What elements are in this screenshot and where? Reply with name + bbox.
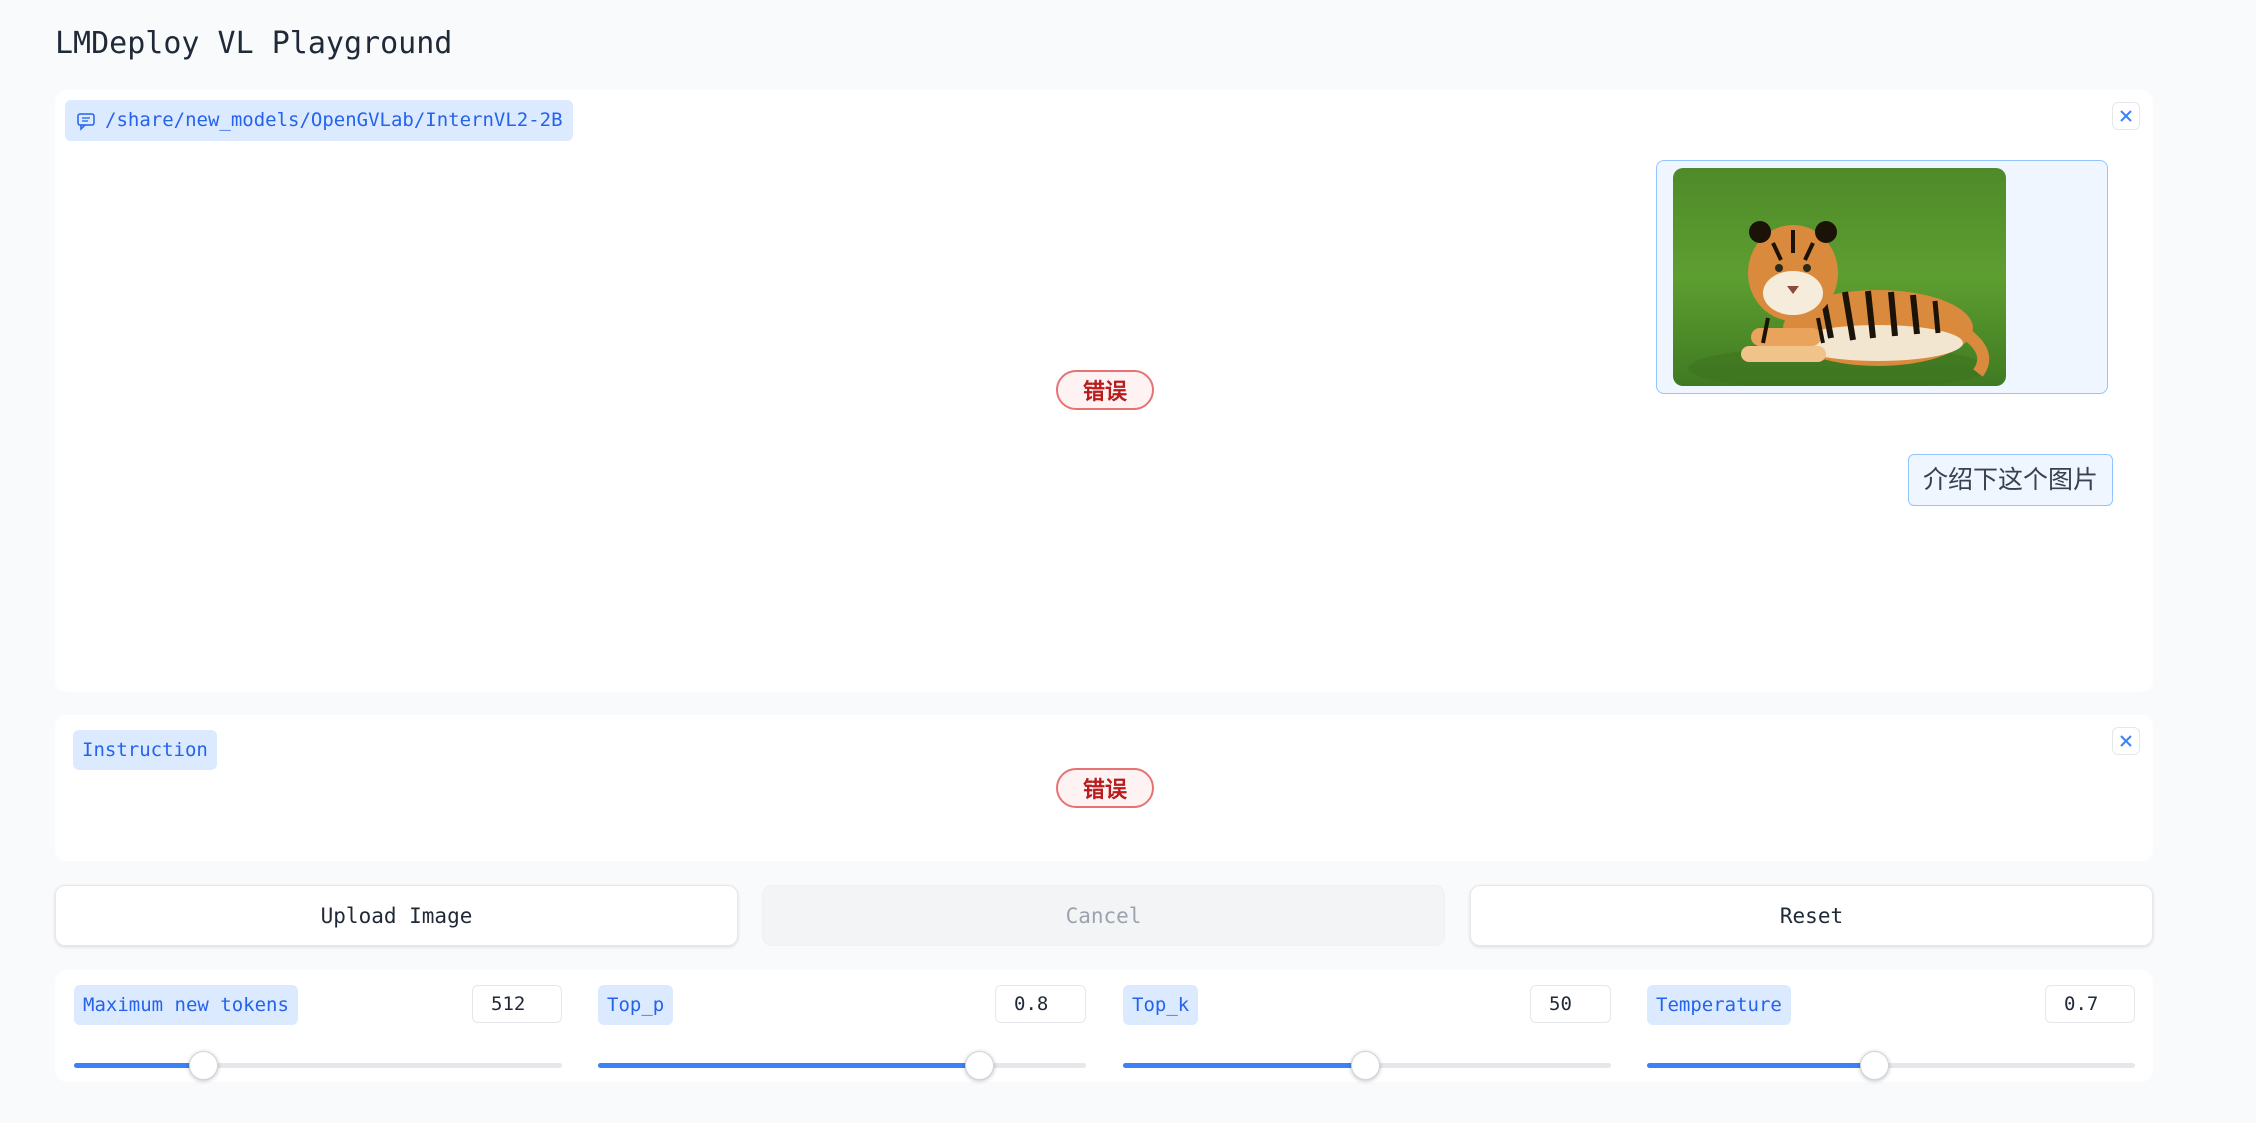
slider-label: Top_k: [1123, 985, 1199, 1025]
slider-track[interactable]: [598, 1051, 1086, 1080]
slider-label: Temperature: [1647, 985, 1791, 1025]
instruction-panel: Instruction 错误: [55, 715, 2153, 861]
slider-thumb[interactable]: [965, 1051, 995, 1080]
tiger-image: [1673, 168, 2006, 386]
instruction-label: Instruction: [73, 730, 217, 770]
slider-fill: [598, 1063, 980, 1068]
chatbot-error-badge: 错误: [1056, 370, 1154, 410]
chatbot-label: /share/new_models/OpenGVLab/InternVL2-2B: [65, 100, 573, 141]
chat-bubble-icon: [77, 113, 95, 131]
slider-fill: [74, 1063, 204, 1068]
chatbot-clear-button[interactable]: [2112, 102, 2140, 130]
upload-image-button[interactable]: Upload Image: [55, 885, 738, 946]
slider-track[interactable]: [1123, 1051, 1611, 1080]
slider-thumb[interactable]: [1859, 1051, 1889, 1080]
parameters-panel: Maximum new tokens 512 Top_p 0.8 Top_k 5…: [55, 970, 2153, 1082]
chatbot-label-text: /share/new_models/OpenGVLab/InternVL2-2B: [105, 109, 563, 131]
cancel-button[interactable]: Cancel: [762, 885, 1445, 946]
instruction-error-badge: 错误: [1056, 768, 1154, 808]
slider-label: Top_p: [598, 985, 674, 1025]
close-icon: [2120, 110, 2132, 122]
slider-label: Maximum new tokens: [74, 985, 298, 1025]
user-image-message: [1656, 160, 2108, 394]
slider-track[interactable]: [74, 1051, 562, 1080]
app-title: LMDeploy VL Playground: [55, 26, 453, 61]
slider-track[interactable]: [1647, 1051, 2135, 1080]
chatbot-panel: /share/new_models/OpenGVLab/InternVL2-2B…: [55, 90, 2153, 692]
slider-top-k: Top_k 50: [1123, 985, 1611, 1080]
slider-top-p: Top_p 0.8: [598, 985, 1086, 1080]
slider-fill: [1123, 1063, 1365, 1068]
slider-number-input[interactable]: 0.8: [995, 985, 1086, 1023]
close-icon: [2120, 735, 2132, 747]
user-text-message: 介绍下这个图片: [1908, 454, 2114, 506]
slider-thumb[interactable]: [1350, 1051, 1380, 1080]
slider-number-input[interactable]: 0.7: [2045, 985, 2135, 1023]
slider-thumb[interactable]: [189, 1051, 219, 1080]
slider-fill: [1647, 1063, 1874, 1068]
slider-number-input[interactable]: 512: [472, 985, 562, 1023]
slider-max-new-tokens: Maximum new tokens 512: [74, 985, 562, 1080]
instruction-clear-button[interactable]: [2112, 727, 2140, 755]
slider-temperature: Temperature 0.7: [1647, 985, 2135, 1080]
slider-number-input[interactable]: 50: [1530, 985, 1611, 1023]
reset-button[interactable]: Reset: [1470, 885, 2153, 946]
